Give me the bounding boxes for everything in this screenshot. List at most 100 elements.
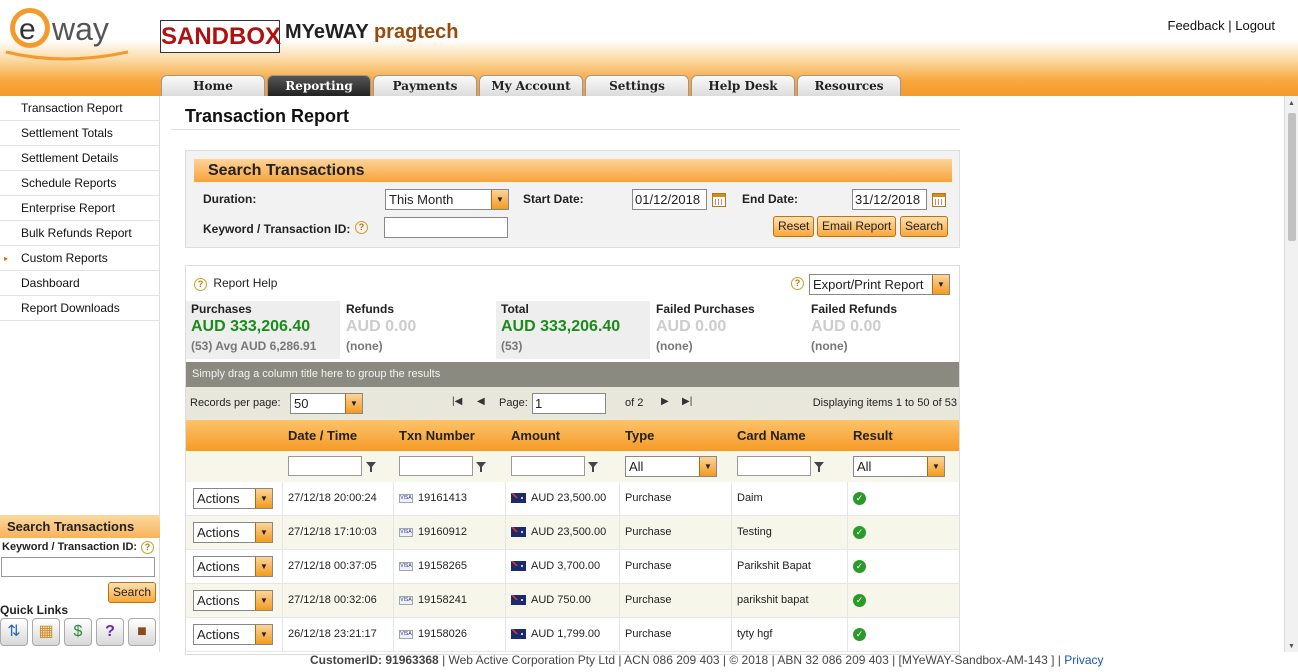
type-filter-select[interactable]: All ▼ (625, 456, 717, 477)
keyword-input[interactable] (384, 217, 508, 238)
transactions-icon[interactable]: ⇅ (0, 618, 28, 646)
feedback-link[interactable]: Feedback (1168, 18, 1225, 33)
sidebar-item-report-downloads[interactable]: Report Downloads (0, 296, 159, 321)
search-button[interactable]: Search (900, 216, 949, 237)
column-type[interactable]: Type (620, 420, 732, 451)
result-filter-value: All (857, 459, 872, 474)
privacy-link[interactable]: Privacy (1064, 653, 1103, 667)
tab-resources[interactable]: Resources (797, 75, 901, 96)
card-name-cell: Parikshit Bapat (732, 550, 848, 583)
date-cell: 27/12/18 20:00:24 (283, 482, 394, 515)
scrollbar-thumb[interactable] (1288, 113, 1296, 241)
tab-reporting[interactable]: Reporting (267, 75, 371, 96)
txn-cell[interactable]: VISA 19158026 (394, 618, 506, 651)
summary-failed-purchases: Failed Purchases AUD 0.00 (none) (651, 301, 806, 359)
actions-dropdown[interactable]: Actions ▼ (193, 624, 273, 645)
next-page-icon[interactable]: ▶ (661, 396, 669, 407)
calendar-icon[interactable] (932, 193, 946, 207)
keyword-label: Keyword / Transaction ID: (203, 222, 351, 236)
sidebar-item-custom-reports[interactable]: ▸ Custom Reports (0, 246, 159, 271)
first-page-icon[interactable]: |◀ (452, 396, 462, 407)
quick-links: ⇅ ▦ $ ? ■ (0, 618, 160, 646)
payments-icon[interactable]: $ (64, 618, 92, 646)
briefcase-icon[interactable]: ■ (128, 618, 156, 646)
txn-cell[interactable]: VISA 19161413 (394, 482, 506, 515)
prev-page-icon[interactable]: ◀ (477, 396, 485, 407)
tab-my-account[interactable]: My Account (479, 75, 583, 96)
tab-home[interactable]: Home (161, 75, 265, 96)
sandbox-badge: SANDBOX (160, 20, 281, 53)
summary-title: Purchases (191, 302, 252, 316)
column-result[interactable]: Result (848, 420, 959, 451)
txn-filter-input[interactable] (399, 456, 473, 476)
visa-card-icon: VISA (399, 493, 413, 503)
actions-dropdown[interactable]: Actions ▼ (193, 590, 273, 611)
column-amount[interactable]: Amount (506, 420, 620, 451)
end-date-input[interactable]: 31/12/2018 (852, 189, 927, 210)
type-cell: Purchase (620, 550, 732, 583)
sidebar-item-schedule-reports[interactable]: Schedule Reports (0, 171, 159, 196)
card-name-filter-input[interactable] (737, 456, 811, 476)
help-icon[interactable]: ? (141, 541, 154, 554)
sidebar-search-title: Search Transactions (0, 515, 160, 538)
date-filter-input[interactable] (288, 456, 362, 476)
actions-dropdown[interactable]: Actions ▼ (193, 488, 273, 509)
filter-icon[interactable] (588, 462, 598, 472)
tab-payments[interactable]: Payments (373, 75, 477, 96)
duration-label: Duration: (203, 192, 257, 206)
result-filter-select[interactable]: All ▼ (853, 456, 945, 477)
sidebar-item-settlement-details[interactable]: Settlement Details (0, 146, 159, 171)
tab-help-desk[interactable]: Help Desk (691, 75, 795, 96)
sidebar-item-enterprise-report[interactable]: Enterprise Report (0, 196, 159, 221)
start-date-input[interactable]: 01/12/2018 (632, 189, 707, 210)
page-number-input[interactable]: 1 (532, 393, 606, 414)
sidebar-item-transaction-report[interactable]: Transaction Report (0, 96, 159, 121)
visa-card-icon: VISA (399, 595, 413, 605)
group-by-drop-zone[interactable]: Simply drag a column title here to group… (186, 362, 959, 387)
date-cell: 26/12/18 23:21:17 (283, 618, 394, 651)
footer-legal: | Web Active Corporation Pty Ltd | ACN 0… (438, 653, 1065, 667)
table-row: Actions ▼ 27/12/18 00:32:06 VISA 19158241 … (186, 584, 959, 618)
reset-button[interactable]: Reset (773, 216, 815, 237)
txn-cell[interactable]: VISA 19160912 (394, 516, 506, 549)
duration-select[interactable]: This Month ▼ (385, 189, 509, 210)
scroll-down-icon[interactable]: ▼ (1288, 643, 1295, 650)
column-txn-number[interactable]: Txn Number (394, 420, 506, 451)
txn-cell[interactable]: VISA 19158265 (394, 550, 506, 583)
records-per-page-select[interactable]: 50 ▼ (290, 393, 363, 414)
help-icon[interactable]: ? (791, 277, 804, 290)
eway-logo: e way (5, 8, 129, 61)
summary-purchases: Purchases AUD 333,206.40 (53) Avg AUD 6,… (186, 301, 341, 359)
sidebar-keyword-input[interactable] (1, 557, 155, 577)
report-help-link[interactable]: ? Report Help (194, 276, 277, 291)
sidebar-item-settlement-totals[interactable]: Settlement Totals (0, 121, 159, 146)
filter-icon[interactable] (814, 462, 824, 472)
calendar-icon[interactable] (712, 193, 726, 207)
amount-filter-input[interactable] (511, 456, 585, 476)
summary-value: AUD 0.00 (346, 318, 417, 335)
filter-icon[interactable] (366, 462, 376, 472)
summary-failed-refunds: Failed Refunds AUD 0.00 (none) (806, 301, 959, 359)
calendar-icon[interactable]: ▦ (32, 618, 60, 646)
actions-dropdown[interactable]: Actions ▼ (193, 556, 273, 577)
last-page-icon[interactable]: ▶| (682, 396, 692, 407)
filter-icon[interactable] (476, 462, 486, 472)
help-icon[interactable]: ? (355, 221, 368, 234)
sidebar-item-bulk-refunds-report[interactable]: Bulk Refunds Report (0, 221, 159, 246)
page-scrollbar[interactable]: ▲ ▼ (1284, 96, 1298, 652)
email-report-button[interactable]: Email Report (817, 216, 897, 237)
scroll-up-icon[interactable]: ▲ (1288, 100, 1295, 107)
visa-card-icon: VISA (399, 561, 413, 571)
tab-settings[interactable]: Settings (585, 75, 689, 96)
txn-cell[interactable]: VISA 19158241 (394, 584, 506, 617)
actions-dropdown[interactable]: Actions ▼ (193, 522, 273, 543)
card-name-cell: tyty hgf (732, 618, 848, 651)
export-print-select[interactable]: Export/Print Report ▼ (809, 274, 950, 295)
help-icon[interactable]: ? (96, 618, 124, 646)
sidebar-search-button[interactable]: Search (107, 582, 156, 603)
logout-link[interactable]: Logout (1235, 18, 1275, 33)
sidebar-item-dashboard[interactable]: Dashboard (0, 271, 159, 296)
column-card-name[interactable]: Card Name (732, 420, 848, 451)
column-date-time[interactable]: Date / Time (283, 420, 394, 451)
actions-label: Actions (197, 627, 240, 642)
